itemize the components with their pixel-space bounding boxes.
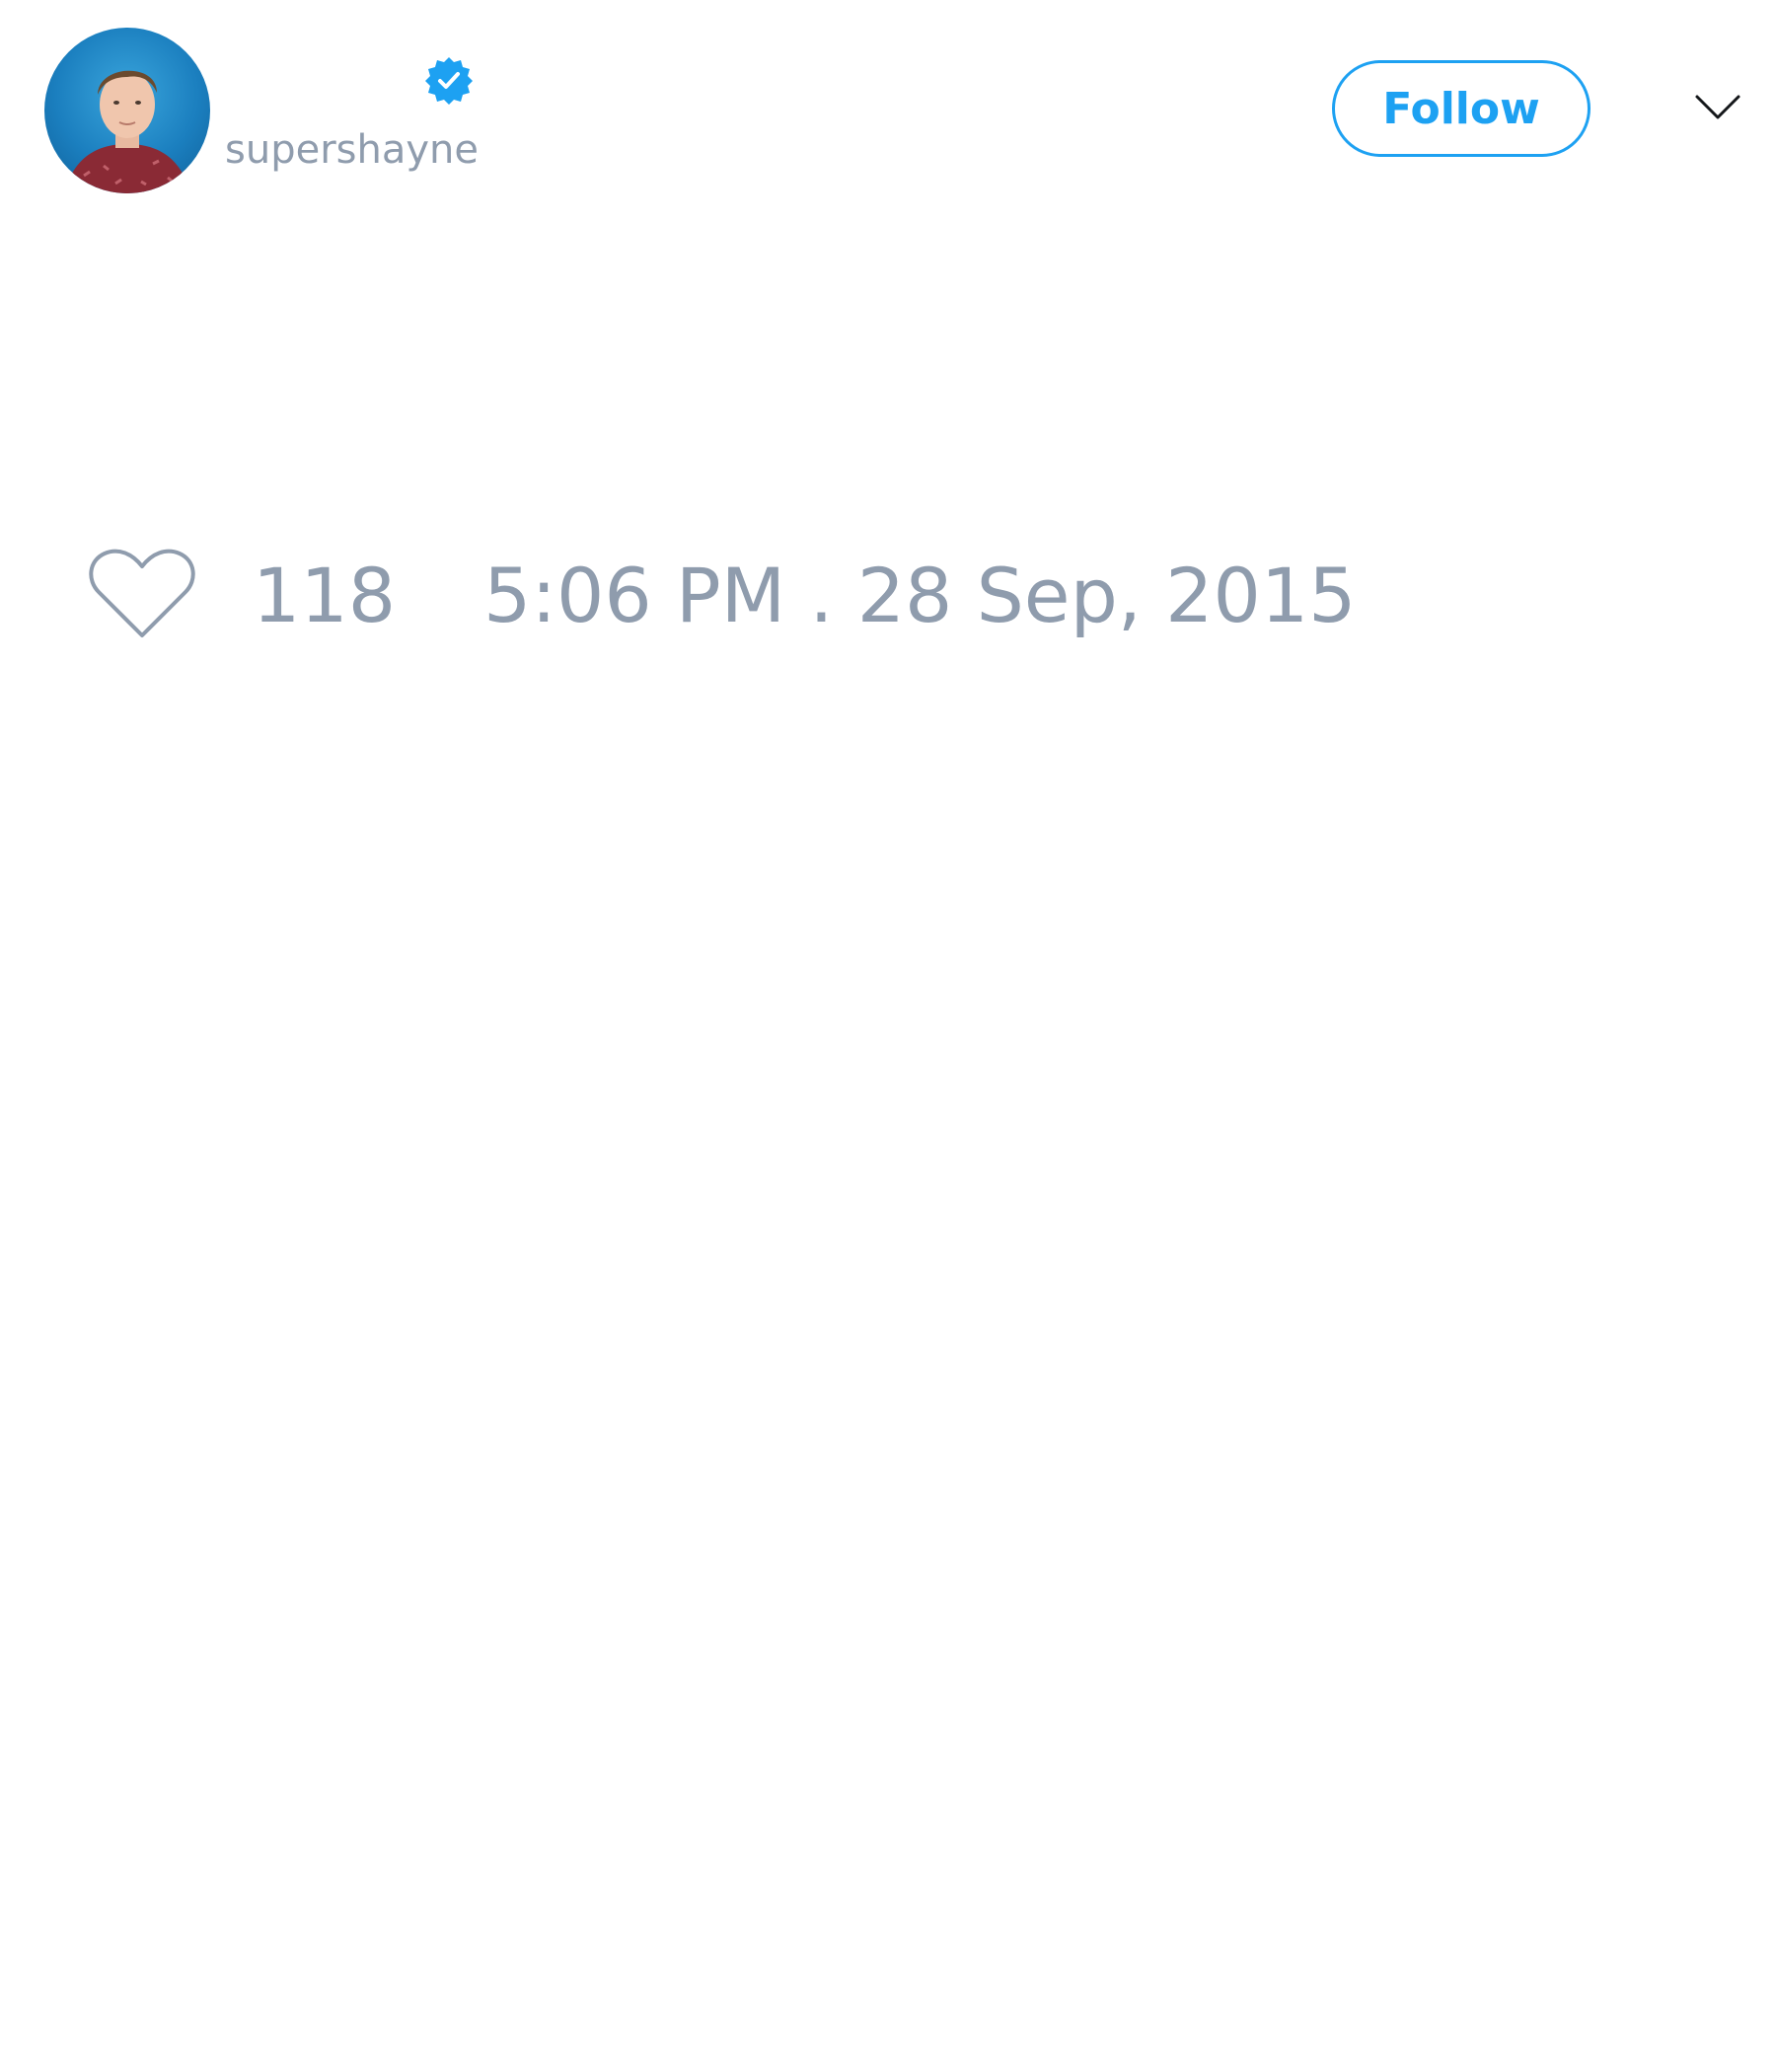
timestamp[interactable]: 5:06 PM . 28 Sep, 2015 [483, 549, 1357, 643]
handle[interactable]: supershayne [225, 124, 479, 176]
avatar-photo [64, 70, 190, 193]
follow-button[interactable]: Follow [1332, 60, 1591, 157]
name-row [225, 54, 481, 106]
tweet-footer: 118 5:06 PM . 28 Sep, 2015 [0, 533, 1776, 651]
verified-badge-icon [425, 57, 473, 105]
tweet-header: supershayne Follow [0, 0, 1776, 217]
heart-icon[interactable] [87, 545, 197, 643]
avatar[interactable] [44, 28, 210, 193]
like-count[interactable]: 118 [253, 549, 396, 643]
chevron-down-icon[interactable] [1693, 91, 1742, 124]
